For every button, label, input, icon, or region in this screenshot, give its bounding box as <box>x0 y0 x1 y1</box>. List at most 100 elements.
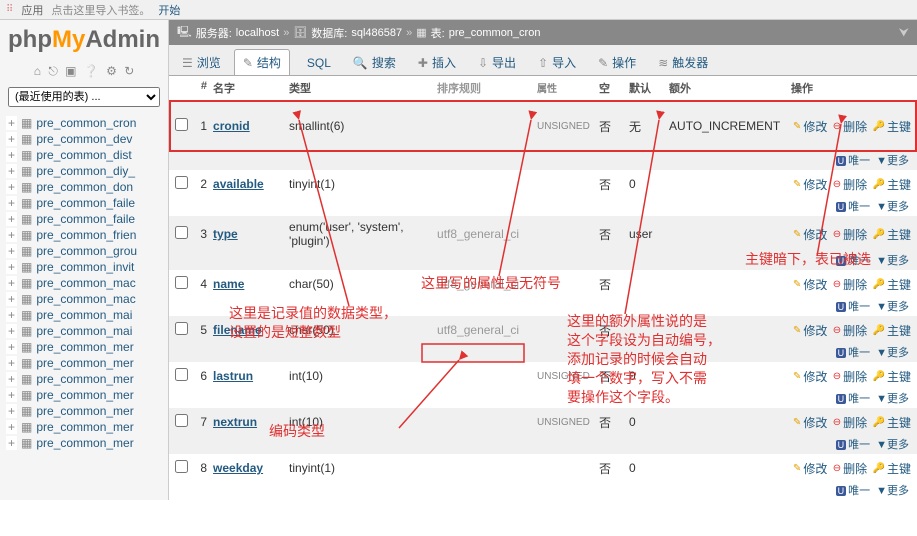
delete-action[interactable]: ⊖删除 <box>833 322 867 339</box>
tree-link[interactable]: pre_common_mer <box>36 436 133 450</box>
primary-key-action[interactable]: 🔑主键 <box>873 414 911 431</box>
unique-action[interactable]: U唯一 <box>836 393 871 405</box>
more-action[interactable]: ▼更多 <box>876 393 909 405</box>
expand-icon[interactable]: + <box>6 356 17 370</box>
unique-action[interactable]: U唯一 <box>836 485 871 497</box>
expand-icon[interactable]: + <box>6 244 17 258</box>
more-action[interactable]: ▼更多 <box>876 155 909 167</box>
row-checkbox[interactable] <box>175 118 188 131</box>
unique-action[interactable]: U唯一 <box>836 201 871 213</box>
row-checkbox[interactable] <box>175 176 188 189</box>
tree-item[interactable]: +▦pre_common_don <box>0 179 168 195</box>
row-checkbox[interactable] <box>175 226 188 239</box>
column-name-link[interactable]: type <box>213 227 238 241</box>
tree-item[interactable]: +▦pre_common_mer <box>0 403 168 419</box>
table-link[interactable]: pre_common_cron <box>449 27 541 39</box>
column-name-link[interactable]: filename <box>213 323 262 337</box>
db-link[interactable]: sql486587 <box>351 27 402 39</box>
row-checkbox[interactable] <box>175 276 188 289</box>
start-link[interactable]: 开始 <box>158 2 180 18</box>
tree-item[interactable]: +▦pre_common_mer <box>0 435 168 451</box>
expand-icon[interactable]: + <box>6 324 17 338</box>
tree-item[interactable]: +▦pre_common_mer <box>0 355 168 371</box>
column-name-link[interactable]: cronid <box>213 119 250 133</box>
tree-item[interactable]: +▦pre_common_mac <box>0 291 168 307</box>
primary-key-action[interactable]: 🔑主键 <box>873 322 911 339</box>
tree-item[interactable]: +▦pre_common_dist <box>0 147 168 163</box>
row-checkbox[interactable] <box>175 322 188 335</box>
tree-link[interactable]: pre_common_don <box>36 180 133 194</box>
column-name-link[interactable]: name <box>213 277 244 291</box>
tab-导入[interactable]: ⇧导入 <box>529 49 585 75</box>
more-action[interactable]: ▼更多 <box>876 439 909 451</box>
docs-icon[interactable]: ❔ <box>84 64 99 78</box>
tree-link[interactable]: pre_common_faile <box>36 196 135 210</box>
expand-icon[interactable]: + <box>6 372 17 386</box>
expand-icon[interactable]: + <box>6 196 17 210</box>
tree-link[interactable]: pre_common_frien <box>36 228 136 242</box>
expand-icon[interactable]: + <box>6 340 17 354</box>
tree-item[interactable]: +▦pre_common_dev <box>0 131 168 147</box>
row-checkbox[interactable] <box>175 368 188 381</box>
edit-action[interactable]: ✎修改 <box>793 414 827 431</box>
row-checkbox[interactable] <box>175 460 188 473</box>
apps-label[interactable]: 应用 <box>21 2 43 18</box>
server-link[interactable]: localhost <box>236 27 279 39</box>
edit-action[interactable]: ✎修改 <box>793 176 827 193</box>
tree-item[interactable]: +▦pre_common_frien <box>0 227 168 243</box>
primary-key-action[interactable]: 🔑主键 <box>873 276 911 293</box>
primary-key-action[interactable]: 🔑主键 <box>873 176 911 193</box>
unique-action[interactable]: U唯一 <box>836 301 871 313</box>
tree-item[interactable]: +▦pre_common_diy_ <box>0 163 168 179</box>
expand-icon[interactable]: + <box>6 260 17 274</box>
expand-icon[interactable]: + <box>6 388 17 402</box>
more-action[interactable]: ▼更多 <box>876 201 909 213</box>
primary-key-action[interactable]: 🔑主键 <box>873 460 911 477</box>
more-action[interactable]: ▼更多 <box>876 347 909 359</box>
expand-icon[interactable]: + <box>6 308 17 322</box>
expand-icon[interactable]: + <box>6 228 17 242</box>
tab-浏览[interactable]: ☰浏览 <box>173 49 230 75</box>
close-icon[interactable]: ⮟ <box>899 25 909 40</box>
tab-插入[interactable]: ✚插入 <box>409 49 465 75</box>
tree-item[interactable]: +▦pre_common_mer <box>0 387 168 403</box>
tree-link[interactable]: pre_common_invit <box>36 260 134 274</box>
more-action[interactable]: ▼更多 <box>876 301 909 313</box>
expand-icon[interactable]: + <box>6 212 17 226</box>
tree-link[interactable]: pre_common_dev <box>36 132 132 146</box>
delete-action[interactable]: ⊖删除 <box>833 414 867 431</box>
expand-icon[interactable]: + <box>6 180 17 194</box>
edit-action[interactable]: ✎修改 <box>793 368 827 385</box>
expand-icon[interactable]: + <box>6 132 17 146</box>
unique-action[interactable]: U唯一 <box>836 155 871 167</box>
primary-key-action[interactable]: 🔑主键 <box>873 118 911 135</box>
tree-item[interactable]: +▦pre_common_faile <box>0 211 168 227</box>
tree-link[interactable]: pre_common_mai <box>36 324 132 338</box>
sql-icon[interactable]: ▣ <box>65 64 76 78</box>
delete-action[interactable]: ⊖删除 <box>833 276 867 293</box>
tab-搜索[interactable]: 🔍搜索 <box>344 49 405 75</box>
more-action[interactable]: ▼更多 <box>876 255 909 267</box>
tree-item[interactable]: +▦pre_common_grou <box>0 243 168 259</box>
expand-icon[interactable]: + <box>6 404 17 418</box>
tree-item[interactable]: +▦pre_common_invit <box>0 259 168 275</box>
tree-link[interactable]: pre_common_cron <box>36 116 136 130</box>
expand-icon[interactable]: + <box>6 436 17 450</box>
tree-link[interactable]: pre_common_mer <box>36 404 133 418</box>
expand-icon[interactable]: + <box>6 164 17 178</box>
expand-icon[interactable]: + <box>6 276 17 290</box>
tree-item[interactable]: +▦pre_common_mer <box>0 419 168 435</box>
tab-操作[interactable]: ✎操作 <box>589 49 645 75</box>
tab-结构[interactable]: ✎结构 <box>234 49 290 75</box>
delete-action[interactable]: ⊖删除 <box>833 226 867 243</box>
recent-tables-select[interactable]: (最近使用的表) ... <box>8 87 160 107</box>
primary-key-action[interactable]: 🔑主键 <box>873 368 911 385</box>
delete-action[interactable]: ⊖删除 <box>833 118 867 135</box>
settings-icon[interactable]: ⚙ <box>106 64 117 78</box>
tree-item[interactable]: +▦pre_common_mer <box>0 339 168 355</box>
edit-action[interactable]: ✎修改 <box>793 226 827 243</box>
home-icon[interactable]: ⌂ <box>34 64 41 78</box>
tab-SQL[interactable]: SQL <box>294 49 340 75</box>
edit-action[interactable]: ✎修改 <box>793 460 827 477</box>
tree-item[interactable]: +▦pre_common_faile <box>0 195 168 211</box>
